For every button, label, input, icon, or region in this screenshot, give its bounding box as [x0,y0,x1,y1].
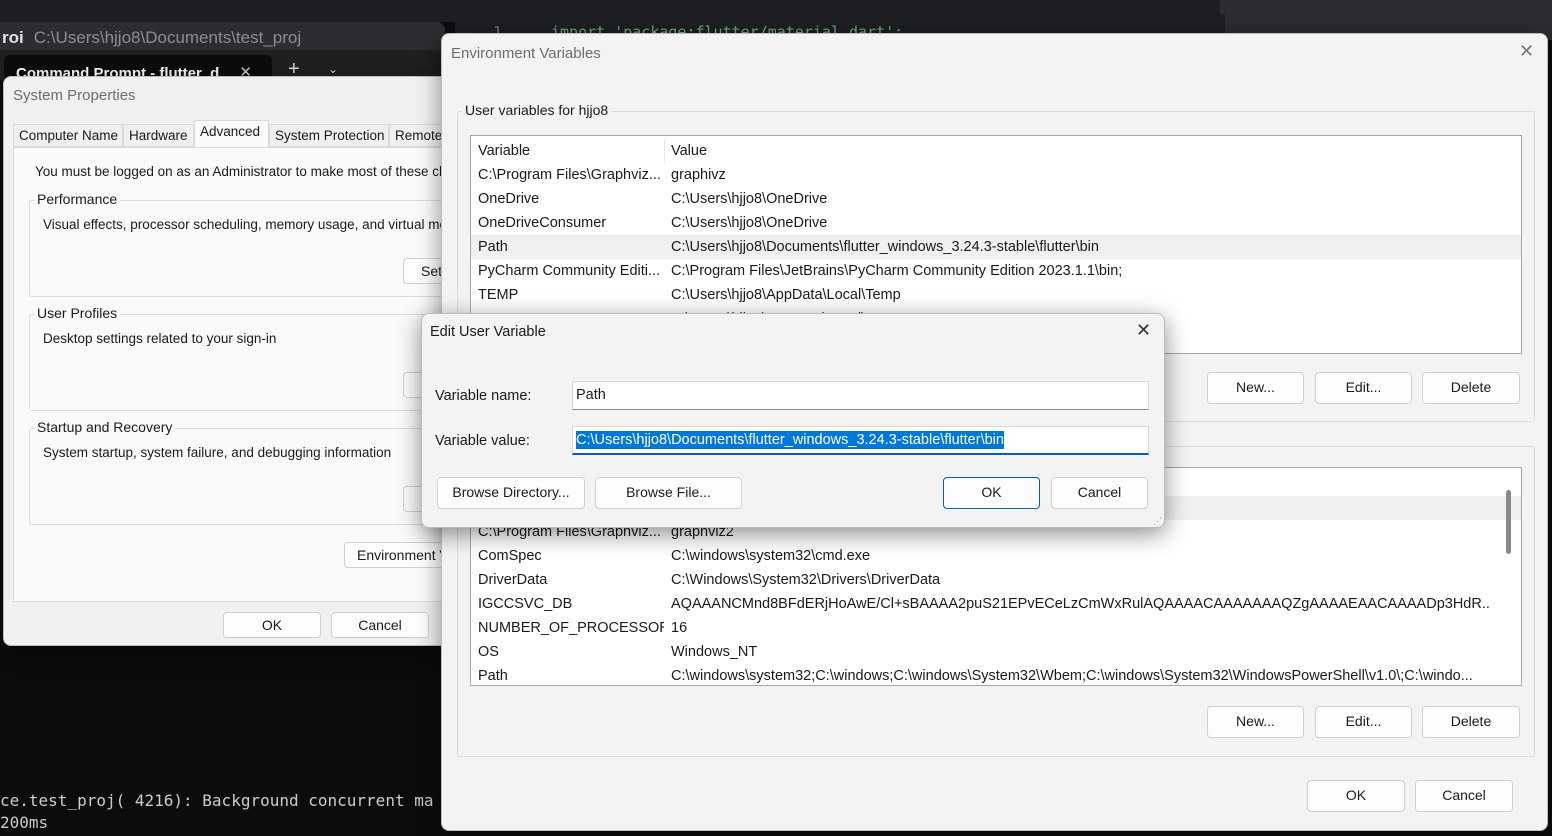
table-row[interactable]: ComSpec C:\windows\system32\cmd.exe [471,544,1521,568]
system-delete-button[interactable]: Delete [1422,706,1520,738]
browse-file-button[interactable]: Browse File... [595,477,742,509]
edit-user-variable-dialog: Edit User Variable ✕ Variable name: Path… [421,313,1165,528]
ok-button[interactable]: OK [223,612,321,638]
browse-directory-button[interactable]: Browse Directory... [437,477,585,509]
table-row[interactable]: PyCharm Community Editi... C:\Program Fil… [471,259,1521,283]
ok-button[interactable]: OK [943,477,1040,509]
tab-advanced[interactable]: Advanced [194,120,269,147]
variable-name-label: Variable name: [435,388,532,404]
variable-value: AQAAANCMnd8BFdERjHoAwE/Cl+sBAAAA2puS21EP… [671,596,1491,612]
variable-value: C:\Program Files\JetBrains\PyCharm Commu… [671,263,1123,279]
tab-computer-name[interactable]: Computer Name [13,124,123,147]
cancel-button[interactable]: Cancel [1415,780,1513,812]
variable-value-label: Variable value: [435,433,530,449]
variable-name: IGCCSVC_DB [478,596,573,612]
variable-name: NUMBER_OF_PROCESSORS [478,620,664,636]
table-row[interactable]: IGCCSVC_DB AQAAANCMnd8BFdERjHoAwE/Cl+sBAA… [471,592,1521,616]
window-title: Environment Variables [451,45,601,62]
variable-value: C:\Users\hjjo8\OneDrive [671,215,828,231]
variable-value: C:\Users\hjjo8\Documents\flutter_windows… [671,239,1099,255]
variable-name: TEMP [478,287,519,303]
variable-name: PyCharm Community Editi... [478,263,661,279]
table-row[interactable]: TEMP C:\Users\hjjo8\AppData\Local\Temp [471,283,1521,307]
user-new-button[interactable]: New... [1207,372,1304,404]
chevron-down-icon[interactable]: ⌄ [328,62,338,76]
dialog-title: Edit User Variable [430,324,546,340]
table-row[interactable]: OneDriveConsumer C:\Users\hjjo8\OneDrive [471,211,1521,235]
scrollbar-thumb[interactable] [1506,490,1511,554]
system-properties-window: System Properties Computer Name Hardware… [3,76,463,646]
variable-value: C:\windows\system32\cmd.exe [671,548,871,564]
terminal-output: ce.test_proj( 4216): Background concurre… [0,791,434,832]
variable-value: Windows_NT [671,644,758,660]
tab-hardware[interactable]: Hardware [123,124,194,147]
system-edit-button[interactable]: Edit... [1315,706,1412,738]
variable-value-input[interactable]: C:\Users\hjjo8\Documents\flutter_windows… [572,426,1149,455]
table-row[interactable]: Path C:\windows\system32;C:\windows;C:\wi… [471,664,1521,685]
list-header: Variable Value [471,139,1521,163]
variable-name: OneDrive [478,191,540,207]
variable-name: DriverData [478,572,548,588]
cancel-button[interactable]: Cancel [331,612,429,638]
resize-grip-icon[interactable]: ⋰ [1153,516,1162,527]
variable-value: C:\windows\system32;C:\windows;C:\window… [671,668,1473,684]
user-profiles-group: User Profiles Desktop settings related t… [29,305,462,411]
table-row[interactable]: OneDrive C:\Users\hjjo8\OneDrive [471,187,1521,211]
table-row[interactable]: NUMBER_OF_PROCESSORS 16 [471,616,1521,640]
variable-value: 16 [671,620,688,636]
user-delete-button[interactable]: Delete [1422,372,1520,404]
performance-group: Performance Visual effects, processor sc… [29,191,462,297]
ok-button[interactable]: OK [1307,780,1405,812]
variable-name: C:\Program Files\Graphviz... [478,167,661,183]
variable-name: ComSpec [478,548,542,564]
table-row[interactable]: C:\Program Files\Graphviz... graphivz [471,163,1521,187]
column-header-value[interactable]: Value [671,139,1491,163]
window-title: System Properties [13,87,136,104]
close-icon[interactable]: ✕ [1136,320,1151,341]
variable-value: C:\Users\hjjo8\OneDrive [671,191,828,207]
table-row[interactable]: OS Windows_NT [471,640,1521,664]
tab-system-protection[interactable]: System Protection [269,124,389,147]
column-header-variable[interactable]: Variable [478,139,664,163]
variable-name: Path [478,668,508,684]
variable-value: C:\Users\hjjo8\AppData\Local\Temp [671,287,901,303]
variable-value: C:\Windows\System32\Drivers\DriverData [671,572,941,588]
system-new-button[interactable]: New... [1207,706,1304,738]
variable-name: OneDriveConsumer [478,215,607,231]
variable-name: OS [478,644,499,660]
user-edit-button[interactable]: Edit... [1315,372,1412,404]
startup-recovery-group: Startup and Recovery System startup, sys… [29,419,462,525]
terminal-title-bar: roi C:\Users\hjjo8\Documents\test_proj [0,22,445,50]
close-icon[interactable]: ✕ [1519,41,1534,62]
variable-name: Path [478,239,508,255]
advanced-panel: You must be logged on as an Administrato… [13,147,462,602]
table-row[interactable]: DriverData C:\Windows\System32\Drivers\Dr… [471,568,1521,592]
table-row[interactable]: Path C:\Users\hjjo8\Documents\flutter_win… [471,235,1521,259]
cancel-button[interactable]: Cancel [1051,477,1148,509]
variable-value: graphivz [671,167,726,183]
variable-name-input[interactable]: Path [572,381,1149,410]
